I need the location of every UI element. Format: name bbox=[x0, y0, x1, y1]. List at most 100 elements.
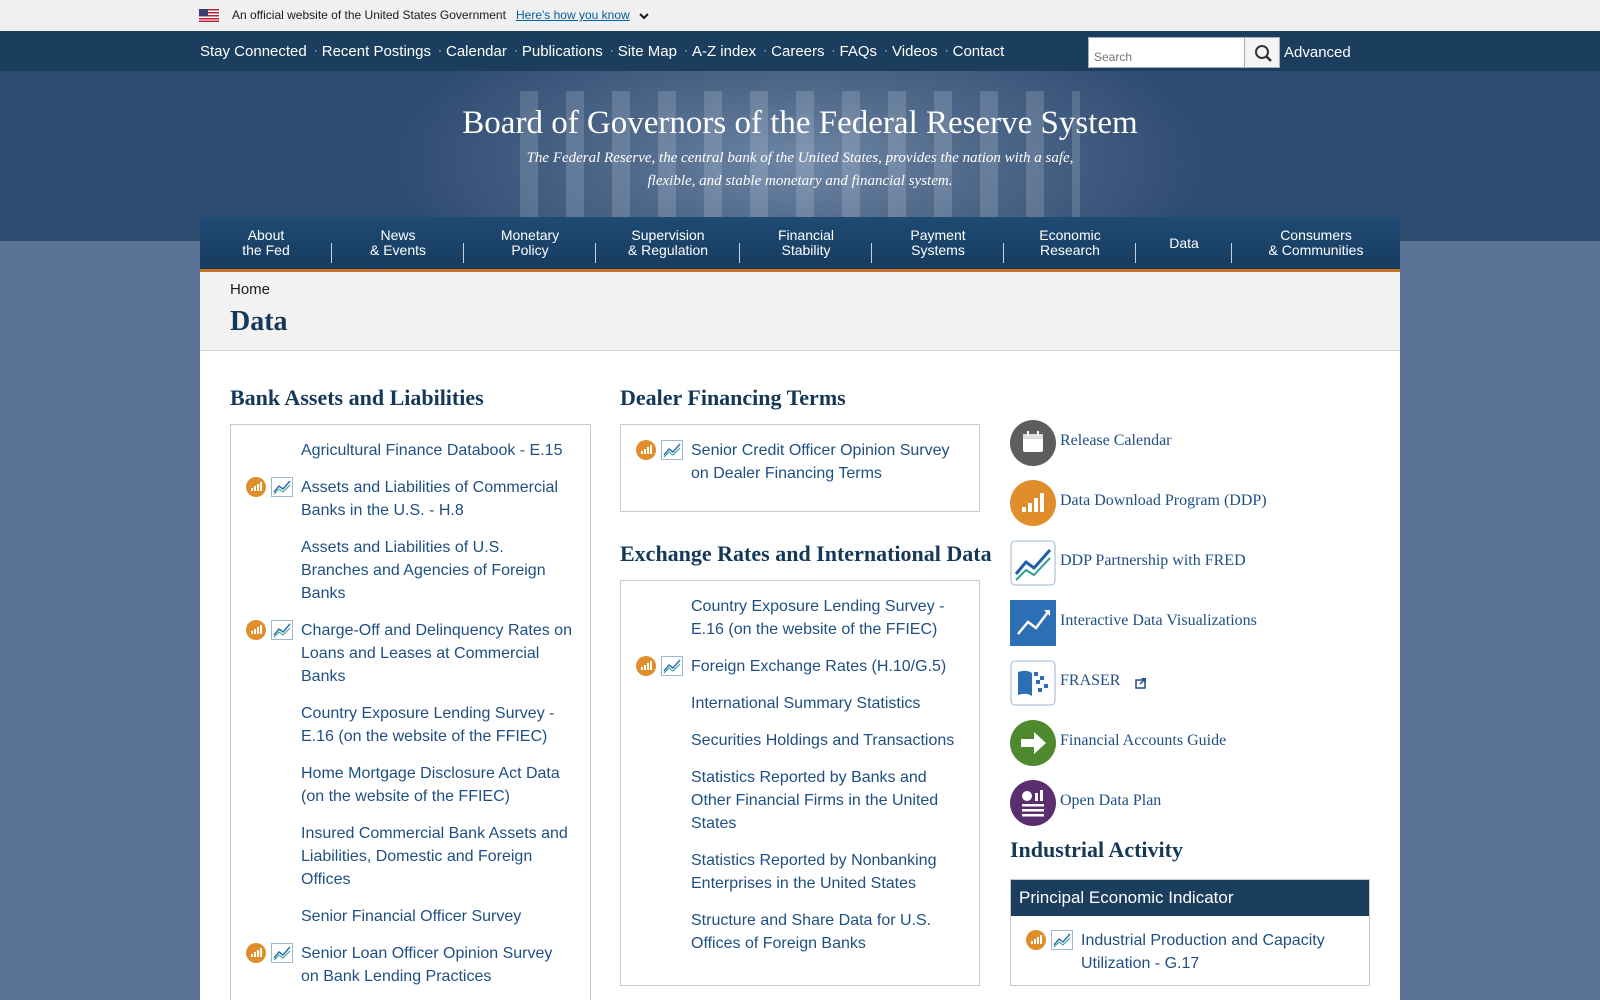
utility-link[interactable]: Site Map bbox=[618, 43, 677, 60]
link-separator: · bbox=[763, 43, 768, 57]
breadcrumb-home[interactable]: Home bbox=[230, 281, 270, 298]
nav-item-line-1: Consumers bbox=[1280, 227, 1352, 243]
ddp-icon[interactable] bbox=[246, 477, 266, 497]
tool-label: Release Calendar bbox=[1060, 432, 1172, 449]
us-flag-icon bbox=[199, 9, 219, 22]
ddp-icon[interactable] bbox=[246, 620, 266, 640]
exchange-heading: Exchange Rates and International Data bbox=[620, 541, 992, 566]
nav-item[interactable]: Financial Stability bbox=[740, 217, 872, 269]
tagline-line-1: The Federal Reserve, the central bank of… bbox=[526, 150, 1074, 166]
nav-item[interactable]: Economic Research bbox=[1004, 217, 1136, 269]
utility-link[interactable]: A-Z index bbox=[692, 43, 756, 60]
ddp-icon-bar bbox=[644, 665, 646, 670]
nav-item-line-1: Monetary bbox=[500, 227, 560, 243]
bank_assets-link[interactable]: Assets and Liabilities of Commercial Bank… bbox=[301, 476, 558, 522]
nav-item[interactable]: About the Fed bbox=[200, 217, 332, 269]
bank_assets-link[interactable]: Country Exposure Lending Survey - E.16 (o… bbox=[301, 702, 554, 748]
ddp-icon-bar bbox=[650, 661, 652, 670]
bank_assets-link[interactable]: Charge-Off and Delinquency Rates on Loans… bbox=[301, 619, 572, 688]
fred-chart-icon[interactable] bbox=[661, 656, 683, 676]
link-line: Statistics Reported by Banks and bbox=[691, 769, 927, 786]
principal-indicator-header: Principal Economic Indicator bbox=[1011, 880, 1369, 916]
utility-bar: Stay Connected · Recent Postings · Calendar ·… bbox=[0, 31, 1600, 71]
nav-item-line-2: & Events bbox=[369, 242, 427, 258]
fred-chart-icon[interactable] bbox=[271, 620, 293, 640]
how-you-know-link[interactable]: Here's how you know bbox=[516, 8, 630, 22]
ddp-icon[interactable] bbox=[246, 943, 266, 963]
fred-chart-icon[interactable] bbox=[271, 477, 293, 497]
bank_assets-link[interactable]: Insured Commercial Bank Assets and Liabil… bbox=[301, 822, 568, 891]
ddp-icon[interactable] bbox=[1026, 930, 1046, 950]
bank_assets-link[interactable]: Assets and Liabilities of U.S. Branches a… bbox=[301, 536, 546, 605]
utility-link[interactable]: Calendar bbox=[446, 43, 507, 60]
page-title: Data bbox=[230, 306, 288, 337]
fred-chart-icon[interactable] bbox=[271, 943, 293, 963]
bank_assets-link[interactable]: Senior Financial Officer Survey bbox=[301, 905, 521, 928]
utility-link[interactable]: Videos bbox=[892, 43, 938, 60]
tagline-line-2: flexible, and stable monetary and financ… bbox=[647, 173, 953, 189]
ddp-icon-bar bbox=[251, 954, 253, 957]
ddp-icon-bar bbox=[641, 667, 643, 670]
utility-link[interactable]: Publications bbox=[522, 43, 603, 60]
industrial-heading: Industrial Activity bbox=[1010, 837, 1183, 862]
nav-item-label: Payment Systems bbox=[910, 228, 965, 258]
external-link-icon bbox=[1135, 678, 1146, 689]
advanced-search-link[interactable]: Advanced bbox=[1284, 44, 1351, 61]
nav-item[interactable]: Payment Systems bbox=[872, 217, 1004, 269]
fred-chart-icon[interactable] bbox=[661, 440, 683, 460]
nav-item[interactable]: Monetary Policy bbox=[464, 217, 596, 269]
link-line: Enterprises in the United States bbox=[691, 875, 917, 892]
ddp-icon-bar bbox=[254, 486, 256, 491]
link-line: Structure and Share Data for U.S. bbox=[691, 912, 932, 929]
exchange-link[interactable]: Statistics Reported by Nonbanking Enterpr… bbox=[691, 849, 936, 895]
nav-item-line-1: Economic bbox=[1039, 227, 1101, 243]
dealer-heading: Dealer Financing Terms bbox=[620, 385, 846, 410]
ddp-icon[interactable] bbox=[636, 656, 656, 676]
link-separator: · bbox=[609, 43, 614, 57]
tool-label: DDP Partnership with FRED bbox=[1060, 552, 1246, 569]
ddp-icon-bar bbox=[260, 482, 262, 491]
link-line: Senior Loan Officer Opinion Survey bbox=[301, 945, 553, 962]
bank_assets-link[interactable]: Senior Loan Officer Opinion Survey on Ban… bbox=[301, 942, 552, 988]
utility-link[interactable]: Careers bbox=[771, 43, 824, 60]
bank_assets-link[interactable]: Home Mortgage Disclosure Act Data (on the… bbox=[301, 762, 560, 808]
exchange-link[interactable]: Securities Holdings and Transactions bbox=[691, 729, 954, 752]
link-separator: · bbox=[944, 43, 949, 57]
fraser-icon bbox=[1010, 660, 1056, 706]
nav-item-line-2: Policy bbox=[511, 242, 549, 258]
link-line: Home Mortgage Disclosure Act Data bbox=[301, 765, 560, 782]
utility-link[interactable]: Recent Postings bbox=[322, 43, 431, 60]
link-line: Offices of Foreign Banks bbox=[691, 935, 866, 952]
link-line: Banks bbox=[301, 585, 346, 602]
exchange-link[interactable]: Country Exposure Lending Survey - E.16 (o… bbox=[691, 595, 944, 641]
bank_assets-link[interactable]: Agricultural Finance Databook - E.15 bbox=[301, 439, 562, 462]
nav-item-line-1: News bbox=[380, 227, 416, 243]
ddp-icon[interactable] bbox=[636, 440, 656, 460]
exchange-link[interactable]: Foreign Exchange Rates (H.10/G.5) bbox=[691, 655, 946, 678]
exchange-link[interactable]: International Summary Statistics bbox=[691, 692, 920, 715]
search-input[interactable] bbox=[1088, 37, 1245, 68]
nav-item[interactable]: Supervision & Regulation bbox=[596, 217, 740, 269]
link-separator: · bbox=[437, 43, 442, 57]
utility-link[interactable]: Contact bbox=[953, 43, 1005, 60]
link-line: Charge-Off and Delinquency Rates on bbox=[301, 622, 572, 639]
nav-item-label: About the Fed bbox=[242, 228, 289, 258]
nav-item[interactable]: News & Events bbox=[332, 217, 464, 269]
fred-chart-icon[interactable] bbox=[1051, 930, 1073, 950]
link-separator: · bbox=[683, 43, 688, 57]
industrial-link[interactable]: Industrial Production and Capacity Utiliz… bbox=[1081, 929, 1325, 975]
dealer-link[interactable]: Senior Credit Officer Opinion Survey on D… bbox=[691, 439, 949, 485]
link-separator: · bbox=[884, 43, 889, 57]
ddp-icon-bar bbox=[1040, 935, 1042, 944]
utility-link[interactable]: FAQs bbox=[840, 43, 878, 60]
chevron-down-icon[interactable] bbox=[638, 10, 650, 22]
exchange-link[interactable]: Statistics Reported by Banks and Other Fi… bbox=[691, 766, 938, 835]
utility-link[interactable]: Stay Connected bbox=[200, 43, 307, 60]
ddp-icon-bar bbox=[251, 631, 253, 634]
search-button[interactable] bbox=[1244, 37, 1280, 68]
nav-item[interactable]: Consumers & Communities bbox=[1232, 217, 1400, 269]
nav-item[interactable]: Data bbox=[1136, 217, 1232, 269]
link-line: Agricultural Finance Databook - E.15 bbox=[301, 442, 563, 459]
exchange-link[interactable]: Structure and Share Data for U.S. Offices… bbox=[691, 909, 931, 955]
site-title[interactable]: Board of Governors of the Federal Reserv… bbox=[0, 105, 1600, 142]
